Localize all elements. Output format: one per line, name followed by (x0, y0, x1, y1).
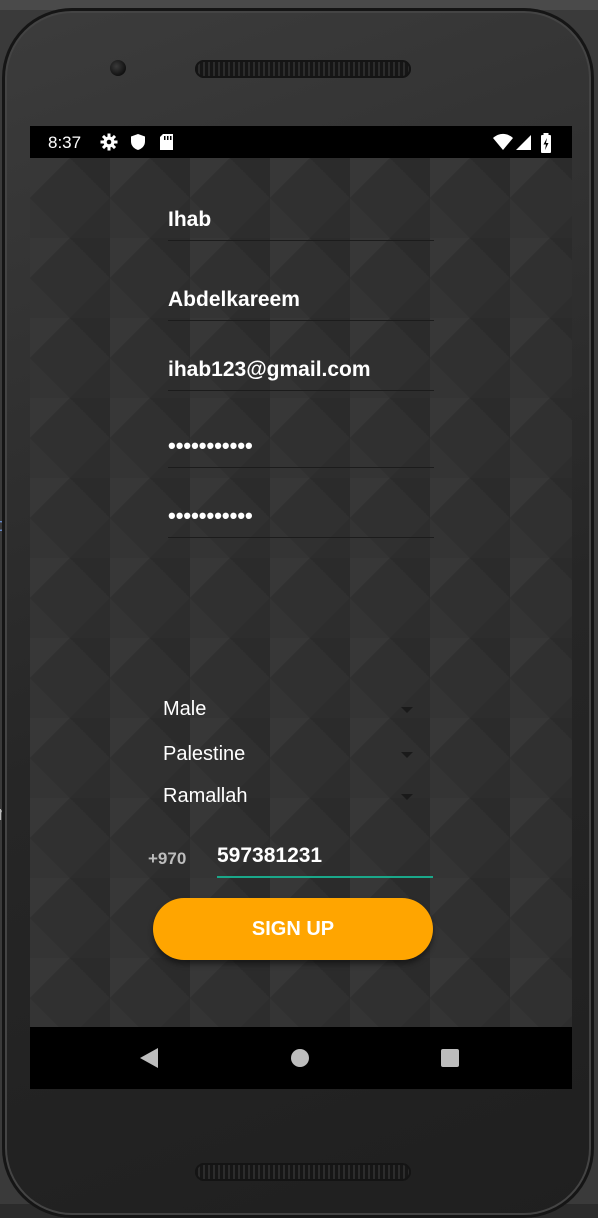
dropdown-arrow-icon (401, 707, 413, 713)
recents-icon[interactable] (441, 1049, 459, 1067)
sd-card-icon (160, 134, 173, 150)
app-screen: 8:37 Ihab Abdelkareem ihab123@gmail.com … (30, 126, 572, 1089)
top-speaker-grille (195, 60, 411, 78)
gender-dropdown-value: Male (163, 698, 207, 720)
front-camera (110, 60, 126, 76)
status-bar: 8:37 (30, 126, 572, 158)
dropdown-arrow-icon (401, 752, 413, 758)
phone-number-input[interactable]: 597381231 (217, 844, 433, 878)
sign-up-button[interactable]: SIGN UP (153, 898, 433, 960)
last-name-field[interactable]: Abdelkareem (168, 288, 434, 321)
city-dropdown-value: Ramallah (163, 785, 248, 807)
cell-signal-icon (516, 135, 531, 150)
home-icon[interactable] (291, 1049, 309, 1067)
gear-icon (100, 133, 118, 151)
wifi-icon (493, 133, 513, 150)
password-field[interactable]: ••••••••••• (168, 433, 434, 468)
country-dropdown[interactable]: Palestine (163, 743, 413, 773)
first-name-field[interactable]: Ihab (168, 208, 434, 241)
city-dropdown[interactable]: Ramallah (163, 785, 413, 815)
country-dropdown-value: Palestine (163, 743, 246, 765)
dropdown-arrow-icon (401, 794, 413, 800)
shield-icon (131, 134, 145, 150)
battery-icon (541, 133, 551, 153)
gender-dropdown[interactable]: Male (163, 698, 413, 728)
phone-country-code: +970 (148, 849, 187, 868)
confirm-password-field[interactable]: ••••••••••• (168, 503, 434, 538)
email-field[interactable]: ihab123@gmail.com (168, 358, 434, 391)
bottom-speaker-grille (195, 1163, 411, 1181)
navigation-bar (30, 1027, 572, 1089)
status-time: 8:37 (48, 133, 82, 152)
back-icon[interactable] (140, 1048, 158, 1068)
